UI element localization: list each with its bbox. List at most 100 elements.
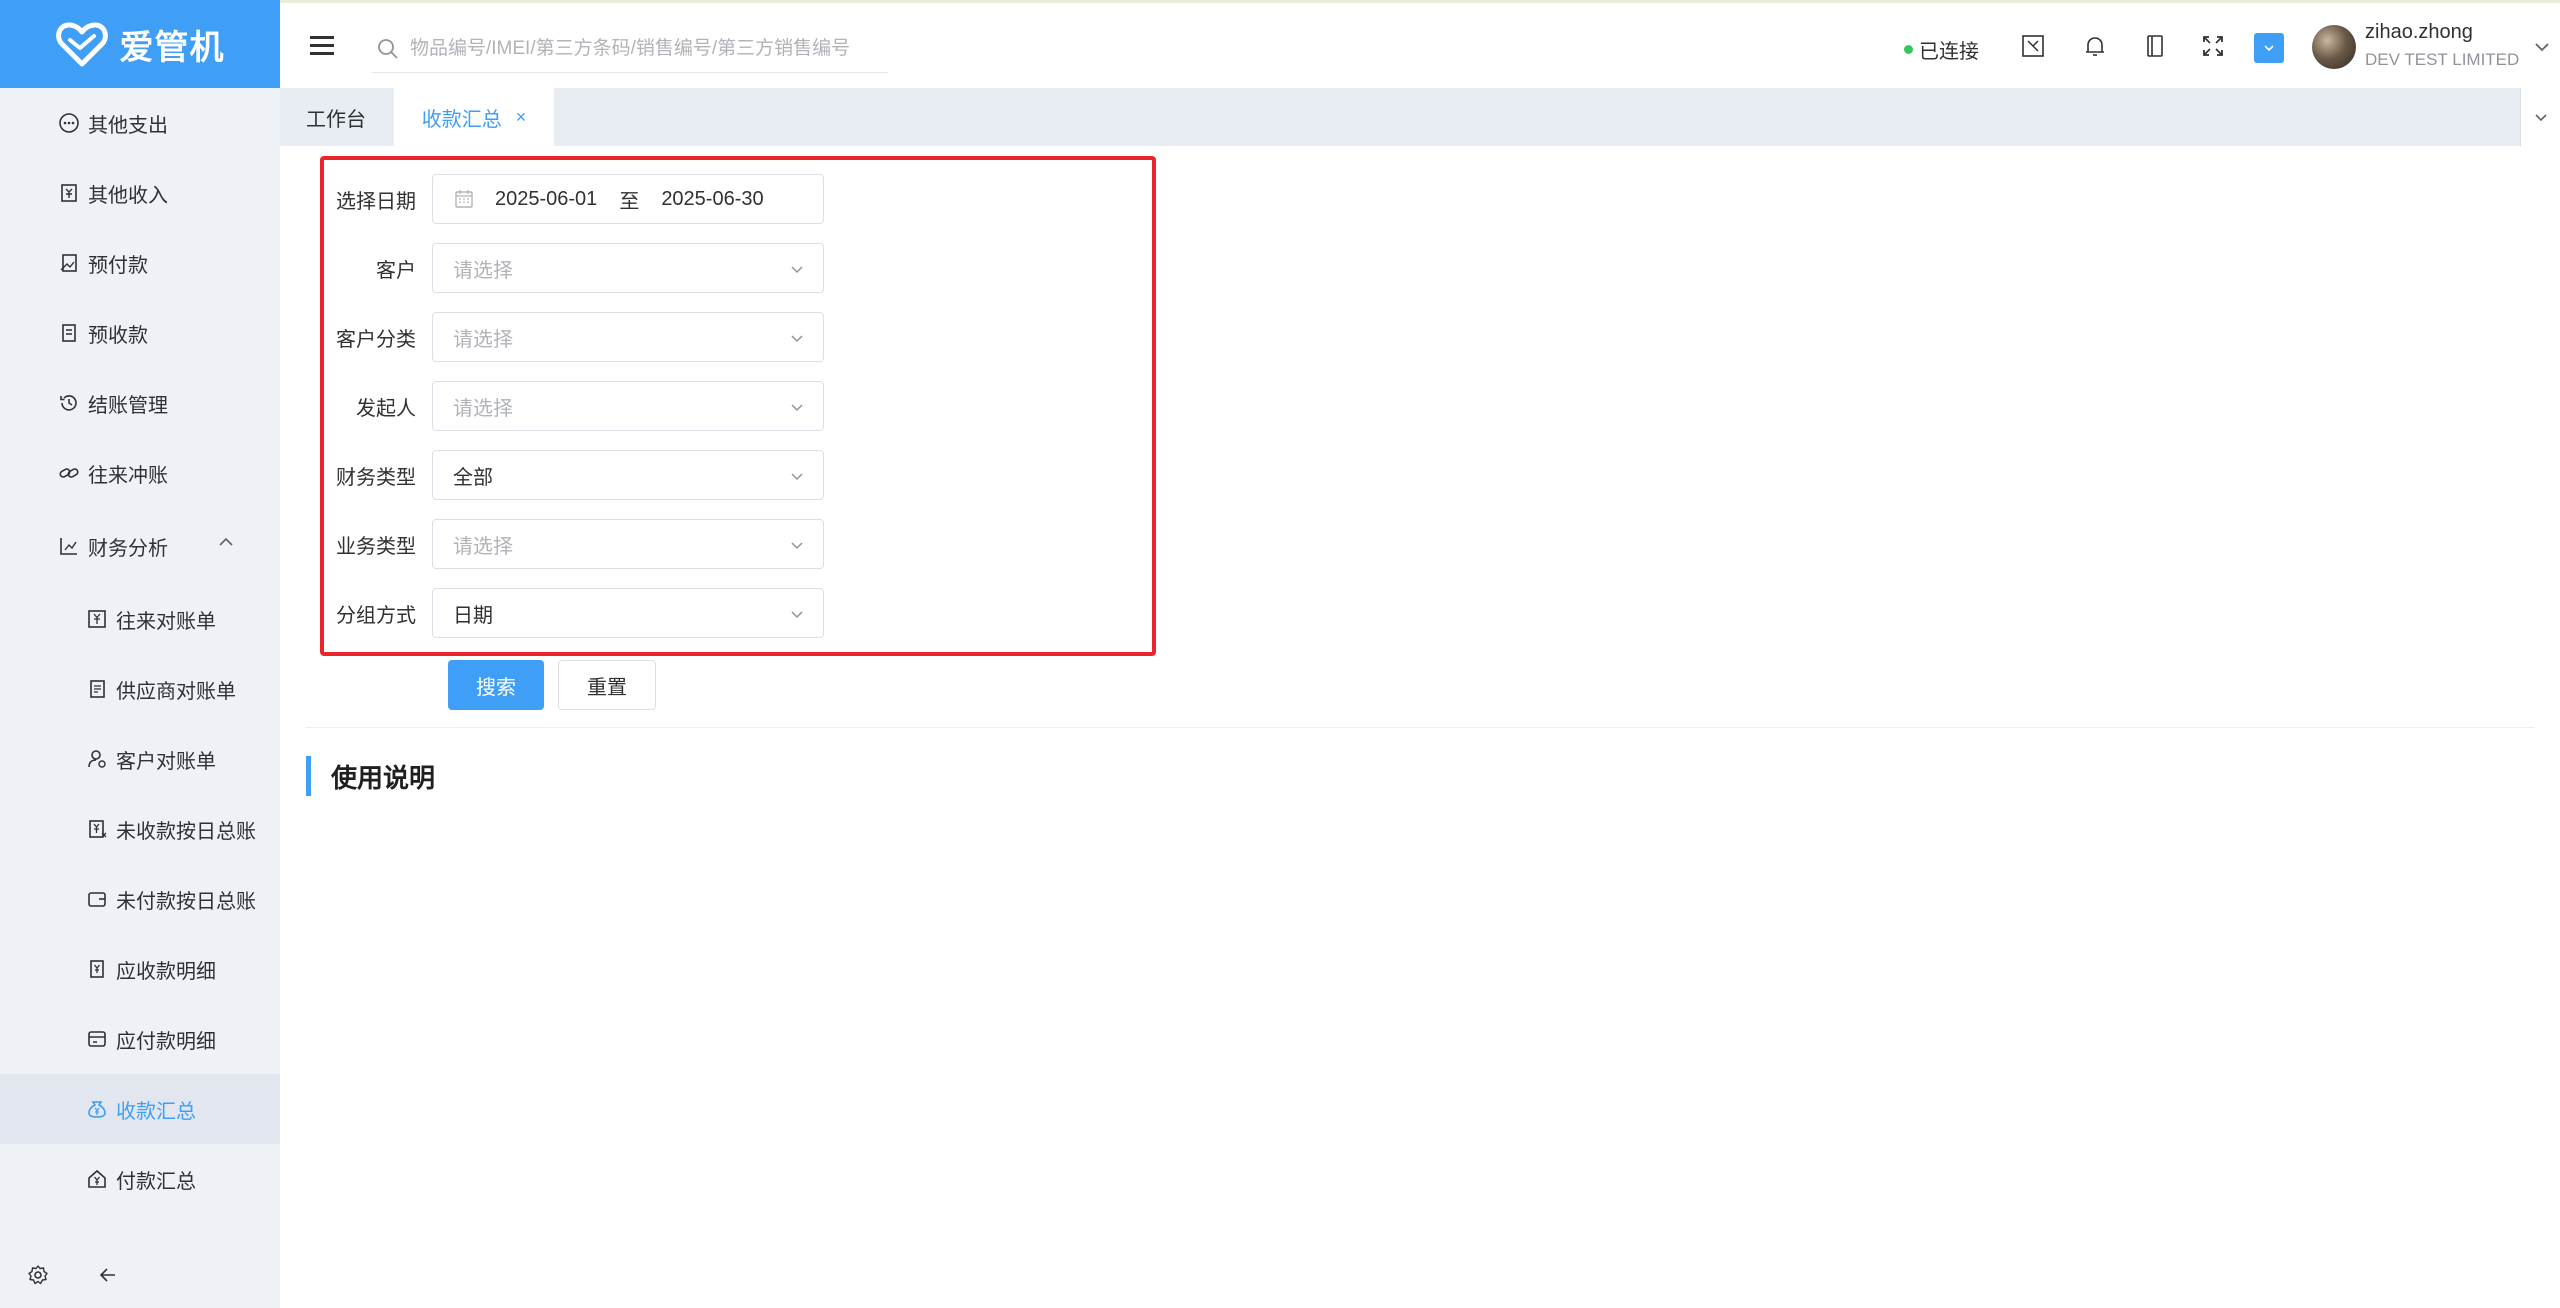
form-row-business-type: 业务类型 请选择	[320, 518, 824, 570]
sidebar-item-label: 结账管理	[88, 394, 168, 417]
sidebar-item-offset-account[interactable]: 往来冲账	[0, 438, 280, 508]
finance-type-select[interactable]: 全部	[432, 450, 824, 500]
avatar[interactable]	[2312, 25, 2356, 69]
sidebar-item-receivable-detail[interactable]: 应收款明细	[0, 934, 280, 1004]
sidebar-item-financial-analysis[interactable]: 财务分析	[0, 508, 280, 584]
chevron-down-icon	[2534, 114, 2547, 122]
dropdown-toggle-button[interactable]	[2254, 33, 2284, 63]
yen-box-icon	[86, 608, 108, 630]
date-separator: 至	[619, 190, 640, 213]
chevron-up-icon	[219, 537, 233, 546]
sidebar-item-label: 财务分析	[88, 537, 168, 560]
sidebar-item-customer-statement[interactable]: 客户对账单	[0, 724, 280, 794]
form-row-initiator: 发起人 请选择	[320, 380, 824, 432]
chevron-down-icon	[791, 542, 803, 550]
group-by-select[interactable]: 日期	[432, 588, 824, 638]
user-info[interactable]: zihao.zhong DEV TEST LIMITED	[2365, 21, 2519, 70]
gear-icon[interactable]	[22, 1259, 54, 1291]
tab-label: 收款汇总	[421, 108, 502, 131]
form-row-date: 选择日期 2025-06-01 至 2025-06-30	[320, 173, 824, 225]
sidebar-item-unreceived-daily-ledger[interactable]: 未收款按日总账	[0, 794, 280, 864]
scan-icon[interactable]	[2018, 31, 2048, 61]
tab-workbench[interactable]: 工作台	[280, 88, 392, 146]
tab-label: 工作台	[306, 108, 366, 131]
form-row-customer-category: 客户分类 请选择	[320, 311, 824, 363]
chevron-down-icon	[791, 404, 803, 412]
brand-name: 爱管机	[119, 28, 225, 67]
chart-doc-icon	[58, 252, 80, 274]
heart-logo-icon	[55, 22, 108, 67]
sidebar-item-label: 应收款明细	[116, 960, 216, 983]
form-row-customer: 客户 请选择	[320, 242, 824, 294]
sidebar-item-other-expense[interactable]: 其他支出	[0, 88, 280, 158]
chevron-down-icon	[2264, 45, 2274, 52]
hamburger-menu-icon[interactable]	[308, 33, 338, 59]
sidebar-item-receipt-summary[interactable]: 收款汇总	[0, 1074, 280, 1144]
sidebar-item-label: 未收款按日总账	[116, 820, 256, 843]
search-button[interactable]: 搜索	[448, 660, 544, 710]
initiator-select[interactable]: 请选择	[432, 381, 824, 431]
customer-label: 客户	[376, 259, 416, 282]
sidebar-footer	[0, 1242, 280, 1308]
sidebar-item-supplier-statement[interactable]: 供应商对账单	[0, 654, 280, 724]
user-name: zihao.zhong	[2365, 21, 2473, 43]
sidebar-item-payment-summary[interactable]: 付款汇总	[0, 1144, 280, 1214]
chevron-down-icon	[791, 335, 803, 343]
sidebar-item-account-statement[interactable]: 往来对账单	[0, 584, 280, 654]
initiator-label: 发起人	[356, 397, 416, 420]
search-icon	[378, 38, 398, 59]
usage-instructions-title: 使用说明	[306, 756, 435, 796]
finance-type-label: 财务类型	[336, 466, 416, 489]
sidebar-item-label: 往来冲账	[88, 464, 168, 487]
house-yen-icon	[86, 1168, 108, 1190]
divider	[306, 727, 2534, 728]
bell-icon[interactable]	[2080, 31, 2110, 61]
top-bar: 已连接 zihao.zhong DEV TEST LIMITED	[280, 0, 2560, 88]
user-settings-icon	[86, 748, 108, 770]
date-start-value[interactable]: 2025-06-01	[495, 188, 597, 211]
sidebar-item-label: 付款汇总	[116, 1170, 196, 1193]
sidebar-item-label: 供应商对账单	[116, 680, 236, 703]
reset-button[interactable]: 重置	[558, 660, 656, 710]
group-by-value: 日期	[453, 604, 493, 627]
customer-placeholder: 请选择	[453, 259, 513, 282]
sidebar-item-prepayment[interactable]: 预付款	[0, 228, 280, 298]
sidebar-item-payable-detail[interactable]: 应付款明细	[0, 1004, 280, 1074]
customer-select[interactable]: 请选择	[432, 243, 824, 293]
customer-category-select[interactable]: 请选择	[432, 312, 824, 362]
initiator-placeholder: 请选择	[453, 397, 513, 420]
customer-category-label: 客户分类	[336, 328, 416, 351]
group-by-label: 分组方式	[336, 604, 416, 627]
sidebar-item-unpaid-daily-ledger[interactable]: 未付款按日总账	[0, 864, 280, 934]
notebook-icon[interactable]	[2140, 31, 2170, 61]
chevron-down-icon	[791, 266, 803, 274]
tab-receipt-summary[interactable]: 收款汇总 ×	[394, 88, 554, 146]
sidebar-item-other-income[interactable]: 其他收入	[0, 158, 280, 228]
customer-category-placeholder: 请选择	[453, 328, 513, 351]
sidebar-item-label: 客户对账单	[116, 750, 216, 773]
form-row-finance-type: 财务类型 全部	[320, 449, 824, 501]
calendar-icon	[455, 190, 473, 208]
date-end-value[interactable]: 2025-06-30	[661, 188, 763, 211]
yen-doc-icon	[86, 818, 108, 840]
brand-logo[interactable]: 爱管机	[0, 0, 280, 88]
arrow-left-icon[interactable]	[92, 1259, 124, 1291]
sidebar-item-label: 其他收入	[88, 184, 168, 207]
business-type-label: 业务类型	[336, 535, 416, 558]
chevron-down-icon	[791, 611, 803, 619]
search-input[interactable]	[408, 36, 888, 61]
fullscreen-icon[interactable]	[2198, 31, 2228, 61]
sidebar-item-label: 往来对账单	[116, 610, 216, 633]
chevron-down-icon[interactable]	[2530, 35, 2554, 59]
close-icon[interactable]: ×	[516, 107, 527, 128]
bar-chart-icon	[58, 535, 80, 557]
receipt-icon	[58, 182, 80, 204]
date-range-picker[interactable]: 2025-06-01 至 2025-06-30	[432, 174, 824, 224]
sidebar-item-advance-receipt[interactable]: 预收款	[0, 298, 280, 368]
link-icon	[58, 462, 80, 484]
ellipsis-circle-icon	[58, 112, 80, 134]
tabs-more-button[interactable]	[2520, 88, 2560, 146]
business-type-select[interactable]: 请选择	[432, 519, 824, 569]
sidebar-item-closing-management[interactable]: 结账管理	[0, 368, 280, 438]
sidebar-item-label: 收款汇总	[116, 1100, 196, 1123]
